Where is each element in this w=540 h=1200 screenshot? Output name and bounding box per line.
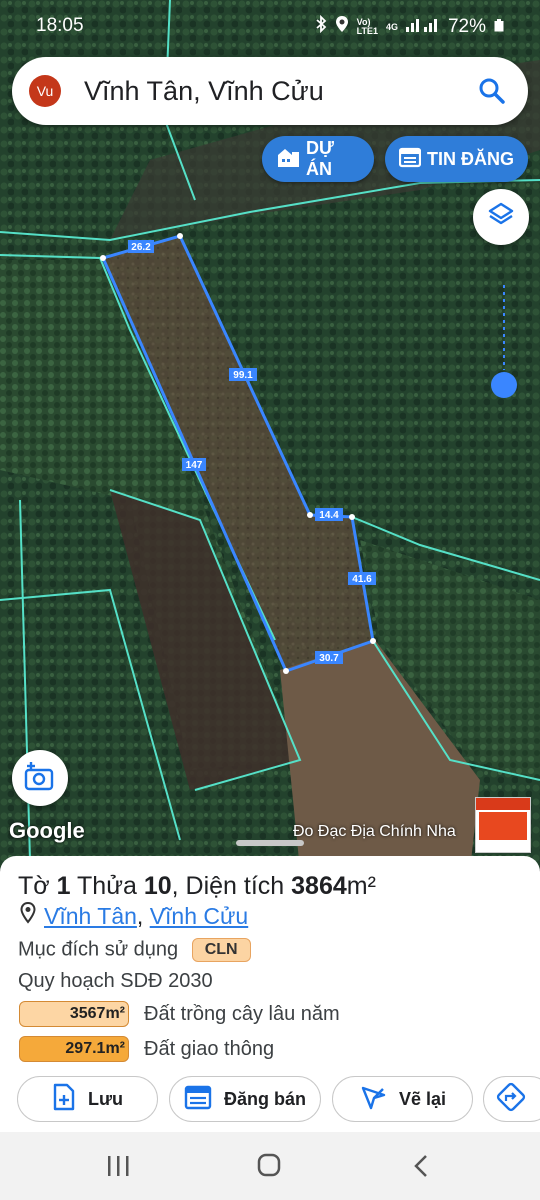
volte-indicator: Vo) LTE1 (356, 17, 378, 36)
land-use-code-badge: CLN (191, 938, 251, 962)
edge-label: 14.4 (319, 510, 339, 521)
google-logo: Google (9, 818, 85, 843)
edge-label: 30.7 (319, 653, 339, 664)
parcel-location: Vĩnh Tân, Vĩnh Cửu (20, 901, 249, 930)
my-location-dot (491, 372, 517, 398)
planning-label: Quy hoạch SDĐ 2030 (18, 970, 213, 992)
battery-icon (494, 16, 504, 38)
location-link-district[interactable]: Vĩnh Cửu (150, 903, 249, 929)
redraw-button[interactable]: Vẽ lại (332, 1076, 473, 1122)
add-photo-button[interactable] (12, 750, 68, 806)
location-pin-icon (20, 901, 36, 930)
location-link-ward[interactable]: Vĩnh Tân (44, 903, 137, 929)
search-bar[interactable]: Vu Vĩnh Tân, Vĩnh Cửu (12, 57, 528, 125)
recents-icon[interactable] (104, 1152, 134, 1180)
edge-label: 41.6 (352, 574, 372, 585)
avatar[interactable]: Vu (29, 75, 61, 107)
calendar-icon (184, 1084, 212, 1115)
status-bar: 18:05 Vo) LTE1 4G 72% (0, 0, 540, 52)
save-button-label: Lưu (87, 1088, 124, 1109)
directions-icon (496, 1082, 526, 1117)
clock: 18:05 (36, 15, 84, 36)
edge-label: 26.2 (131, 242, 151, 253)
map-view[interactable]: 26.2 99.1 147 14.4 41.6 30.7 (0, 0, 540, 870)
system-nav-bar (0, 1132, 540, 1200)
zone-area-badge: 3567m² (19, 1001, 129, 1027)
location-icon (335, 15, 349, 39)
edge-label: 147 (186, 460, 203, 471)
brand-logo[interactable] (475, 797, 531, 853)
home-icon[interactable] (255, 1152, 285, 1180)
search-title[interactable]: Vĩnh Tân, Vĩnh Cửu (84, 76, 324, 107)
land-use-row: Mục đích sử dụng CLN (18, 938, 251, 962)
layers-icon (487, 201, 515, 234)
post-sale-button-label: Đăng bán (223, 1088, 306, 1109)
add-file-icon (52, 1083, 76, 1116)
post-sale-button[interactable]: Đăng bán (169, 1076, 321, 1122)
building-icon (276, 146, 300, 173)
edge-label: 99.1 (233, 370, 253, 381)
signal-icon (405, 16, 440, 38)
zone-area-badge: 297.1m² (19, 1036, 129, 1062)
calendar-icon (398, 146, 422, 173)
network-type: 4G (385, 21, 398, 32)
listing-button[interactable]: TIN ĐĂNG (385, 136, 528, 182)
parcel-title: Tờ 1 Thửa 10, Diện tích 3864m² (18, 872, 376, 900)
sheet-drag-handle[interactable] (236, 840, 304, 846)
draw-icon (359, 1083, 387, 1116)
listing-button-label: TIN ĐĂNG (427, 148, 514, 169)
add-photo-icon (24, 761, 56, 796)
zone-label: Đất giao thông (144, 1038, 275, 1060)
redraw-button-label: Vẽ lại (398, 1088, 447, 1109)
directions-button[interactable] (483, 1076, 540, 1122)
land-use-label: Mục đích sử dụng (18, 938, 179, 961)
save-button[interactable]: Lưu (17, 1076, 158, 1122)
bluetooth-icon (315, 14, 327, 39)
project-button[interactable]: DỰ ÁN (262, 136, 374, 182)
satellite-imagery: 26.2 99.1 147 14.4 41.6 30.7 (0, 0, 540, 870)
zone-label: Đất trồng cây lâu năm (144, 1003, 340, 1025)
search-icon[interactable] (476, 75, 508, 107)
project-button-label: DỰ ÁN (306, 138, 334, 179)
battery-percent: 72% (447, 16, 486, 37)
action-bar: Lưu Đăng bán Vẽ lại (0, 1076, 540, 1122)
back-icon[interactable] (408, 1152, 438, 1180)
map-attribution: Đo Đạc Địa Chính Nha (293, 823, 456, 840)
layers-button[interactable] (473, 189, 529, 245)
